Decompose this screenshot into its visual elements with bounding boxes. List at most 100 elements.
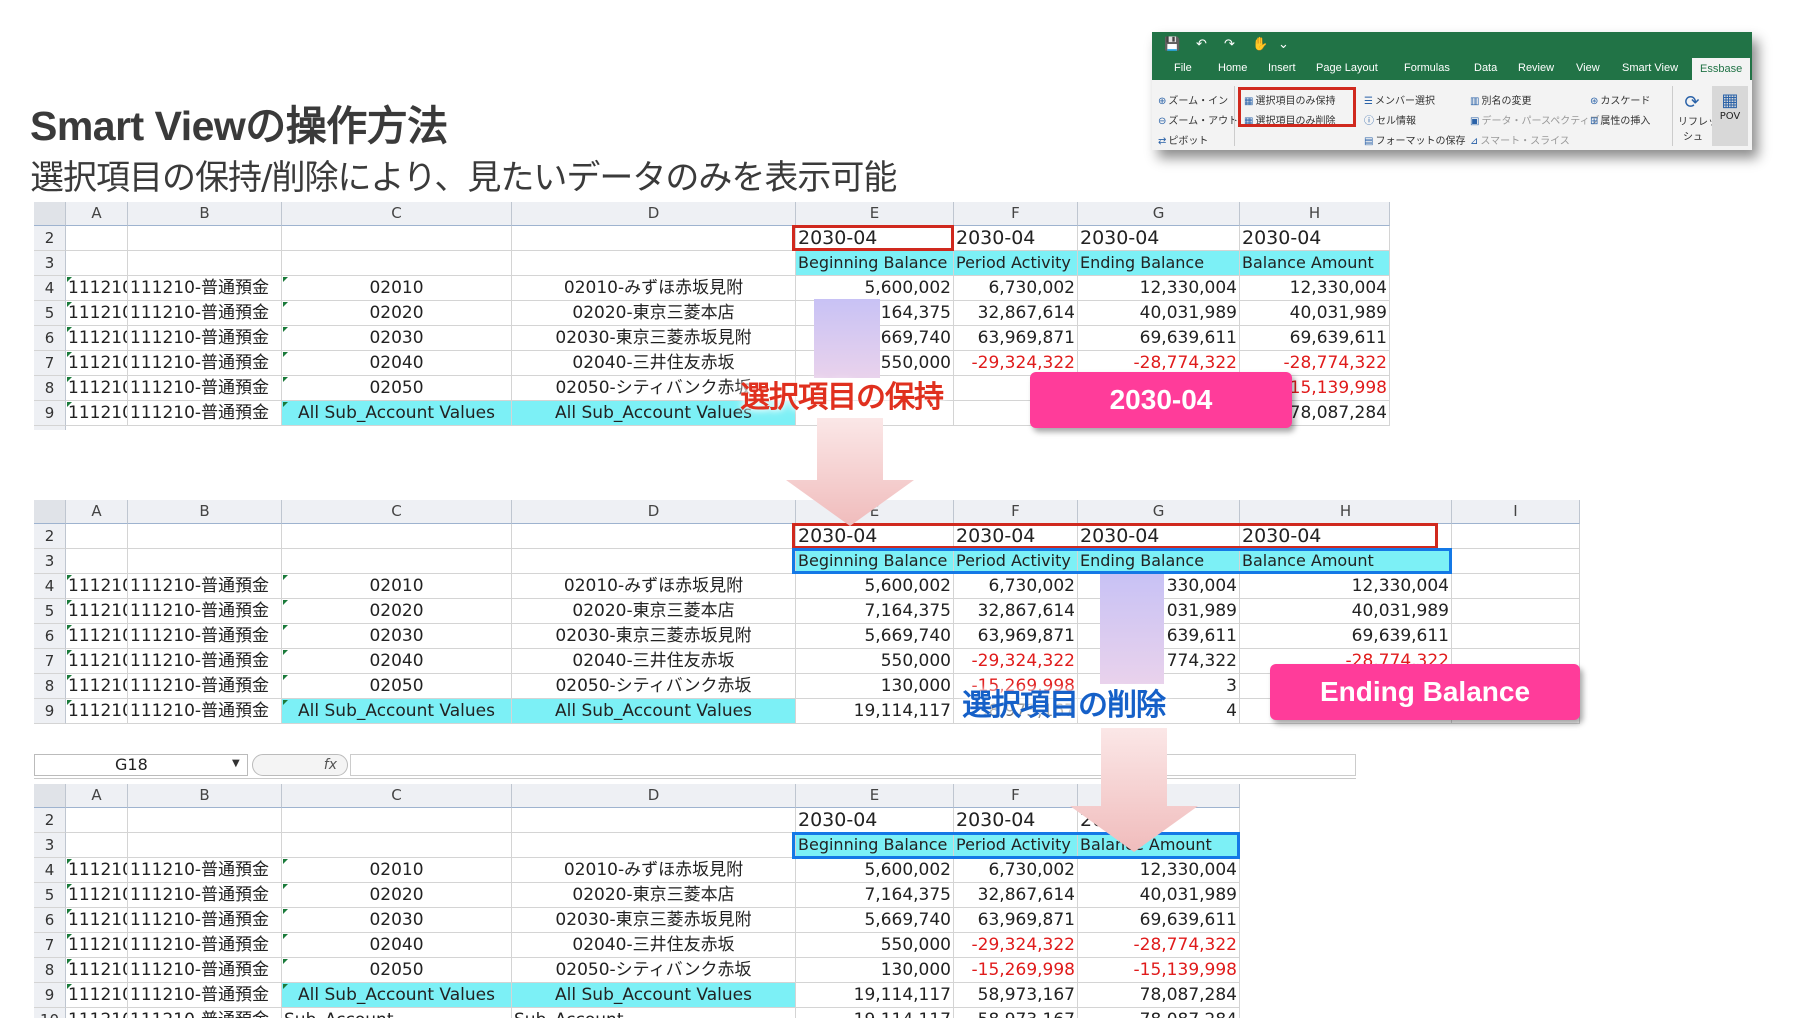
insert-attr-button[interactable]: ⊞ 属性の挿入 xyxy=(1590,112,1650,127)
redo-icon[interactable]: ↷ xyxy=(1224,37,1235,52)
period-cell[interactable] xyxy=(512,524,796,549)
period-cell[interactable] xyxy=(282,524,512,549)
data-cell-b9[interactable]: 111210-普通預金 xyxy=(128,699,282,724)
column-header-h[interactable]: H xyxy=(1240,500,1452,524)
data-cell-a8[interactable]: 111210 xyxy=(66,376,128,401)
data-cell-b8[interactable]: 111210-普通預金 xyxy=(128,376,282,401)
data-cell-b4[interactable]: 111210-普通預金 xyxy=(128,276,282,301)
tab-page-layout[interactable]: Page Layout xyxy=(1316,62,1378,74)
tab-file[interactable]: File xyxy=(1174,62,1192,74)
measure-header-cell[interactable] xyxy=(282,549,512,574)
row-header-2[interactable]: 2 xyxy=(34,808,66,833)
data-cell-a5[interactable]: 111210 xyxy=(66,883,128,908)
data-cell-a9[interactable]: 111210 xyxy=(66,401,128,426)
data-cell-h5[interactable]: 40,031,989 xyxy=(1240,599,1452,624)
column-header-e[interactable]: E xyxy=(796,784,954,808)
row-header-3[interactable]: 3 xyxy=(34,549,66,574)
data-perspective-button[interactable]: ▣ データ・パースペクティブ xyxy=(1470,112,1600,127)
data-cell-e5[interactable]: 7,164,375 xyxy=(796,883,954,908)
data-cell-f4[interactable]: 6,730,002 xyxy=(954,574,1078,599)
tab-home[interactable]: Home xyxy=(1218,62,1247,74)
data-cell-h8[interactable]: -15,139,998 xyxy=(1078,958,1240,983)
data-cell-d6[interactable]: 02030-東京三菱赤坂見附 xyxy=(512,908,796,933)
data-cell-d5[interactable]: 02020-東京三菱本店 xyxy=(512,599,796,624)
zoom-in-button[interactable]: ⊕ ズーム・イン xyxy=(1158,92,1228,107)
data-cell-e4[interactable]: 5,600,002 xyxy=(796,574,954,599)
data-cell-i4[interactable] xyxy=(1452,574,1580,599)
period-cell[interactable] xyxy=(66,226,128,251)
row-header-3[interactable]: 3 xyxy=(34,833,66,858)
data-cell-b5[interactable]: 111210-普通預金 xyxy=(128,599,282,624)
data-cell-b8[interactable]: 111210-普通預金 xyxy=(128,958,282,983)
data-cell-c5[interactable]: 02020 xyxy=(282,599,512,624)
data-cell-d6[interactable]: 02030-東京三菱赤坂見附 xyxy=(512,326,796,351)
data-cell-d4[interactable]: 02010-みずほ赤坂見附 xyxy=(512,858,796,883)
measure-header-cell[interactable] xyxy=(128,549,282,574)
column-header-a[interactable]: A xyxy=(66,500,128,524)
data-cell-a5[interactable]: 111210 xyxy=(66,599,128,624)
tab-formulas[interactable]: Formulas xyxy=(1404,62,1450,74)
data-cell-b10[interactable]: 111210-普通預金 xyxy=(128,1008,282,1018)
period-cell[interactable]: 2030-04 xyxy=(1078,226,1240,251)
data-cell-a6[interactable]: 111210 xyxy=(66,908,128,933)
row-header-9[interactable]: 9 xyxy=(34,699,66,724)
data-cell-b4[interactable]: 111210-普通預金 xyxy=(128,858,282,883)
measure-header-cell[interactable]: Period Activity xyxy=(954,251,1078,276)
column-header-g[interactable]: G xyxy=(1078,202,1240,226)
data-cell-d7[interactable]: 02040-三井住友赤坂 xyxy=(512,933,796,958)
row-header-8[interactable]: 8 xyxy=(34,674,66,699)
tab-view[interactable]: View xyxy=(1576,62,1600,74)
data-cell-f4[interactable]: 6,730,002 xyxy=(954,858,1078,883)
data-cell-e4[interactable]: 5,600,002 xyxy=(796,276,954,301)
row-header-9[interactable]: 9 xyxy=(34,983,66,1008)
period-cell[interactable]: 2030-04 xyxy=(954,808,1078,833)
measure-header-cell[interactable] xyxy=(1452,549,1580,574)
tab-essbase[interactable]: Essbase xyxy=(1692,58,1751,80)
data-cell-e10[interactable]: 19,114,117 xyxy=(796,1008,954,1018)
tab-review[interactable]: Review xyxy=(1518,62,1554,74)
data-cell-h5[interactable]: 40,031,989 xyxy=(1078,883,1240,908)
data-cell-h10[interactable]: 78,087,284 xyxy=(1078,1008,1240,1018)
row-header-8[interactable]: 8 xyxy=(34,958,66,983)
column-header-c[interactable]: C xyxy=(282,500,512,524)
data-cell-h6[interactable]: 69,639,611 xyxy=(1078,908,1240,933)
data-cell-a4[interactable]: 111210 xyxy=(66,276,128,301)
data-cell-c4[interactable]: 02010 xyxy=(282,574,512,599)
period-cell[interactable]: 2030-04 xyxy=(796,808,954,833)
data-cell-c4[interactable]: 02010 xyxy=(282,276,512,301)
tab-data[interactable]: Data xyxy=(1474,62,1497,74)
row-header-7[interactable]: 7 xyxy=(34,933,66,958)
data-cell-c8[interactable]: 02050 xyxy=(282,376,512,401)
measure-header-cell[interactable] xyxy=(512,833,796,858)
data-cell-b8[interactable]: 111210-普通預金 xyxy=(128,674,282,699)
measure-header-cell[interactable] xyxy=(128,251,282,276)
data-cell-f9[interactable]: 58,973,167 xyxy=(954,983,1078,1008)
name-box-dropdown-icon[interactable]: ▼ xyxy=(232,758,240,769)
tab-smart-view[interactable]: Smart View xyxy=(1622,62,1678,74)
measure-header-cell[interactable] xyxy=(66,833,128,858)
data-cell-c7[interactable]: 02040 xyxy=(282,933,512,958)
period-cell[interactable] xyxy=(128,808,282,833)
period-cell[interactable] xyxy=(128,524,282,549)
data-cell-c8[interactable]: 02050 xyxy=(282,674,512,699)
name-box[interactable]: G18 xyxy=(34,754,248,776)
row-header-2[interactable]: 2 xyxy=(34,226,66,251)
column-header-a[interactable]: A xyxy=(66,784,128,808)
row-header-9[interactable]: 9 xyxy=(34,401,66,426)
data-cell-d9[interactable]: All Sub_Account Values xyxy=(512,699,796,724)
data-cell-c9[interactable]: All Sub_Account Values xyxy=(282,401,512,426)
period-cell[interactable] xyxy=(282,226,512,251)
row-header-2[interactable]: 2 xyxy=(34,524,66,549)
data-cell-h4[interactable]: 12,330,004 xyxy=(1240,276,1390,301)
data-cell-a4[interactable]: 111210 xyxy=(66,858,128,883)
column-header-b[interactable]: B xyxy=(128,202,282,226)
undo-icon[interactable]: ↶ xyxy=(1196,37,1207,52)
data-cell-a9[interactable]: 111210 xyxy=(66,699,128,724)
row-header-4[interactable]: 4 xyxy=(34,858,66,883)
data-cell-d7[interactable]: 02040-三井住友赤坂 xyxy=(512,649,796,674)
data-cell-f6[interactable]: 63,969,871 xyxy=(954,326,1078,351)
data-cell-c4[interactable]: 02010 xyxy=(282,858,512,883)
data-cell-d5[interactable]: 02020-東京三菱本店 xyxy=(512,883,796,908)
measure-header-cell[interactable]: Balance Amount xyxy=(1240,251,1390,276)
alias-change-button[interactable]: ▥ 別名の変更 xyxy=(1470,92,1531,107)
